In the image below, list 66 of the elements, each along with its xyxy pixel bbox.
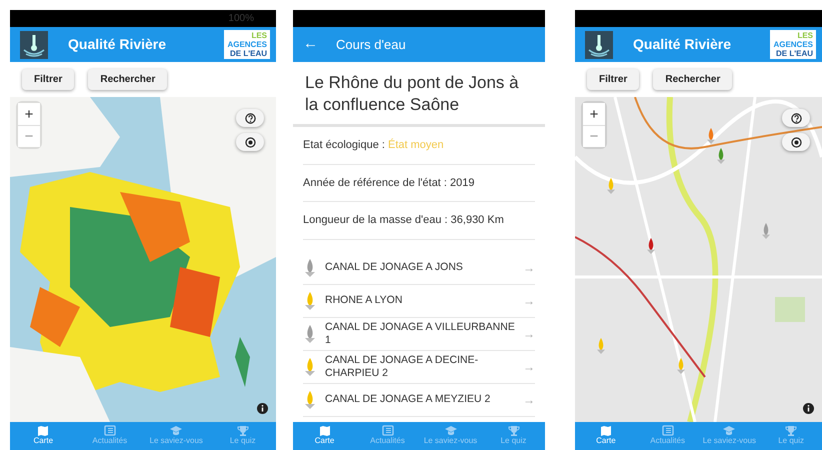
nav-tab[interactable]: Le saviez-vous bbox=[419, 422, 482, 450]
nav-tab[interactable]: Le saviez-vous bbox=[698, 422, 760, 450]
water-drop-logo bbox=[585, 30, 613, 58]
filter-button[interactable]: Filtrer bbox=[587, 69, 640, 90]
map-icon bbox=[600, 425, 612, 436]
fact-row: Longueur de la masse d'eau : 36,930 Km bbox=[303, 202, 535, 240]
fact-row: Année de référence de l'état : 2019 bbox=[303, 164, 535, 202]
nav-tab[interactable]: Carte bbox=[575, 422, 637, 450]
river-name: Le Rhône du pont de Jons à la confluence Saône bbox=[293, 62, 545, 127]
nav-tab[interactable]: Le saviez-vous bbox=[143, 422, 210, 450]
arrow-icon[interactable]: → bbox=[523, 258, 535, 276]
station-row[interactable]: CANAL DE JONAGE A VILLEURBANNE 1 → bbox=[303, 318, 535, 350]
zoom-out-button[interactable]: − bbox=[18, 125, 40, 147]
map-icon bbox=[318, 425, 330, 436]
arrow-icon[interactable]: → bbox=[523, 390, 535, 408]
app-title: Qualité Rivière bbox=[68, 35, 168, 54]
search-button[interactable]: Rechercher bbox=[653, 69, 732, 90]
station-row[interactable]: CANAL DE JONAGE A JONS → bbox=[303, 252, 535, 284]
fact-row: Etat écologique : État moyen bbox=[303, 127, 535, 164]
station-row[interactable]: RHONE A LYON → bbox=[303, 284, 535, 318]
trophy-icon bbox=[508, 425, 520, 436]
nav-tab[interactable]: Le quiz bbox=[210, 422, 276, 450]
station-row[interactable]: CANAL DE JONAGE A DECINE-CHARPIEU 2 → bbox=[303, 350, 535, 384]
nav-tab[interactable]: Le quiz bbox=[482, 422, 545, 450]
newspaper-icon bbox=[662, 425, 674, 436]
arrow-icon[interactable]: → bbox=[523, 292, 535, 310]
help-icon bbox=[790, 112, 802, 124]
locate-icon bbox=[790, 136, 802, 148]
station-name: RHONE A LYON bbox=[325, 294, 404, 307]
newspaper-icon bbox=[382, 425, 394, 436]
info-icon bbox=[257, 403, 268, 414]
graduation-cap-icon bbox=[170, 425, 182, 436]
station-name: CANAL DE JONAGE A JONS bbox=[325, 261, 464, 274]
back-button[interactable]: ← bbox=[303, 33, 318, 56]
arrow-icon[interactable]: → bbox=[523, 358, 535, 376]
nav-tab[interactable]: Carte bbox=[293, 422, 356, 450]
filter-button[interactable]: Filtrer bbox=[22, 69, 74, 90]
search-button[interactable]: Rechercher bbox=[88, 69, 168, 90]
info-icon bbox=[803, 403, 814, 414]
graduation-cap-icon bbox=[444, 425, 456, 436]
station-row[interactable]: CANAL DE JONAGE A MEYZIEU 2 → bbox=[303, 384, 535, 416]
nav-tab[interactable]: Actualités bbox=[636, 422, 698, 450]
locate-icon bbox=[244, 136, 256, 148]
arrow-icon[interactable]: → bbox=[523, 324, 535, 342]
nav-tab[interactable]: Carte bbox=[10, 422, 76, 450]
screen-title: Cours d'eau bbox=[336, 36, 406, 54]
station-name: CANAL DE JONAGE A VILLEURBANNE 1 bbox=[325, 320, 515, 346]
station-name: CANAL DE JONAGE A MEYZIEU 2 bbox=[325, 393, 492, 406]
trophy-icon bbox=[236, 425, 249, 436]
water-drop-logo bbox=[20, 30, 48, 58]
zoom-out-button[interactable]: − bbox=[583, 125, 605, 147]
help-icon bbox=[244, 112, 256, 124]
partner-logo: LES AGENCES DE L'EAU bbox=[224, 30, 270, 59]
zoom-control[interactable]: + − bbox=[583, 103, 605, 147]
trophy-icon bbox=[785, 425, 798, 436]
nav-tab[interactable]: Actualités bbox=[356, 422, 419, 450]
nav-tab[interactable]: Le quiz bbox=[760, 422, 822, 450]
battery-status: 100% bbox=[228, 12, 254, 26]
station-name: CANAL DE JONAGE A DECINE-CHARPIEU 2 bbox=[325, 354, 480, 380]
nav-tab[interactable]: Actualités bbox=[76, 422, 143, 450]
graduation-cap-icon bbox=[723, 425, 736, 436]
app-title: Qualité Rivière bbox=[633, 35, 732, 54]
zoom-control[interactable]: + − bbox=[18, 103, 40, 147]
partner-logo: LES AGENCES DE L'EAU bbox=[770, 30, 816, 59]
newspaper-icon bbox=[104, 425, 116, 436]
map-icon bbox=[37, 425, 50, 436]
